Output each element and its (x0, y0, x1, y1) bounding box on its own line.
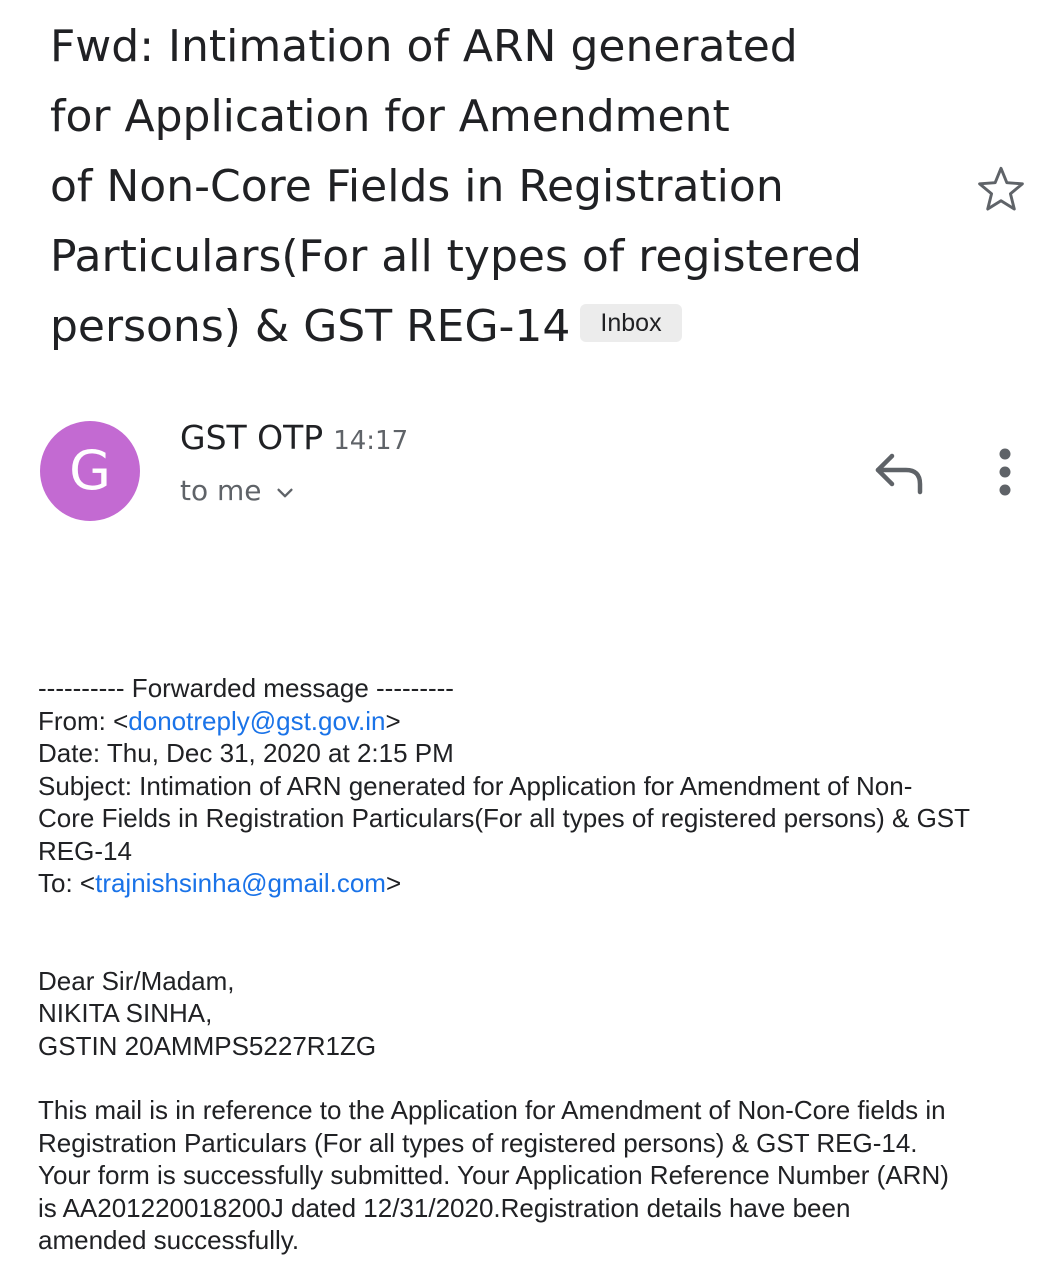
message-line: Registration Particulars (For all types … (38, 1127, 918, 1158)
to-email-link[interactable]: trajnishsinha@gmail.com (95, 868, 386, 898)
inbox-label-chip[interactable]: Inbox (580, 304, 682, 342)
forwarded-from: From: <donotreply@gst.gov.in> (38, 705, 1028, 738)
sender-avatar[interactable]: G (40, 421, 140, 521)
forwarded-header: ---------- Forwarded message --------- (38, 673, 454, 703)
forwarded-subject-line: Core Fields in Registration Particulars(… (38, 803, 971, 833)
from-close: > (385, 705, 401, 736)
subject-line: Particulars(For all types of registered (50, 231, 862, 282)
more-vertical-icon[interactable] (985, 446, 1025, 498)
subject-line: of Non-Core Fields in Registration (50, 161, 784, 212)
forwarded-to: To: <trajnishsinha@gmail.com> (38, 867, 1028, 900)
forwarded-subject-line: Subject: Intimation of ARN generated for… (38, 770, 913, 801)
to-label: To: < (38, 868, 96, 898)
subject-line-text: persons) & GST REG-14 (50, 301, 571, 352)
message-line: Your form is successfully submitted. You… (38, 1160, 949, 1190)
to-close: > (385, 868, 402, 898)
recipient-label: to me (180, 474, 262, 507)
sender-row: GST OTP 14:17 (180, 418, 408, 457)
message-line: amended successfully. (38, 1225, 300, 1255)
message-time: 14:17 (333, 426, 409, 456)
forwarded-subject-line: REG-14 (38, 835, 132, 866)
message-line: This mail is in reference to the Applica… (38, 1095, 946, 1125)
reply-icon[interactable] (872, 448, 928, 498)
from-email-link[interactable]: donotreply@gst.gov.in (128, 706, 385, 736)
forwarded-date: Date: Thu, Dec 31, 2020 at 2:15 PM (38, 738, 454, 768)
recipient-details-toggle[interactable]: to me (180, 474, 296, 507)
gstin-line: GSTIN 20AMMPS5227R1ZG (38, 1030, 377, 1061)
message-line: is AA201220018200J dated 12/31/2020.Regi… (38, 1192, 851, 1223)
subject-line: for Application for Amendment (50, 91, 730, 142)
chevron-down-icon (276, 488, 293, 498)
star-outline-icon[interactable] (974, 162, 1028, 216)
email-body: ---------- Forwarded message --------- F… (38, 672, 1028, 1257)
email-subject: Fwd: Intimation of ARN generated for App… (50, 12, 950, 362)
subject-line-last: persons) & GST REG-14 Inbox (50, 292, 950, 362)
subject-line: Fwd: Intimation of ARN generated (50, 21, 798, 72)
greeting-line: Dear Sir/Madam, (38, 965, 235, 996)
sender-name[interactable]: GST OTP (180, 418, 323, 457)
from-label: From: < (38, 705, 129, 736)
recipient-name-line: NIKITA SINHA, (38, 998, 213, 1028)
